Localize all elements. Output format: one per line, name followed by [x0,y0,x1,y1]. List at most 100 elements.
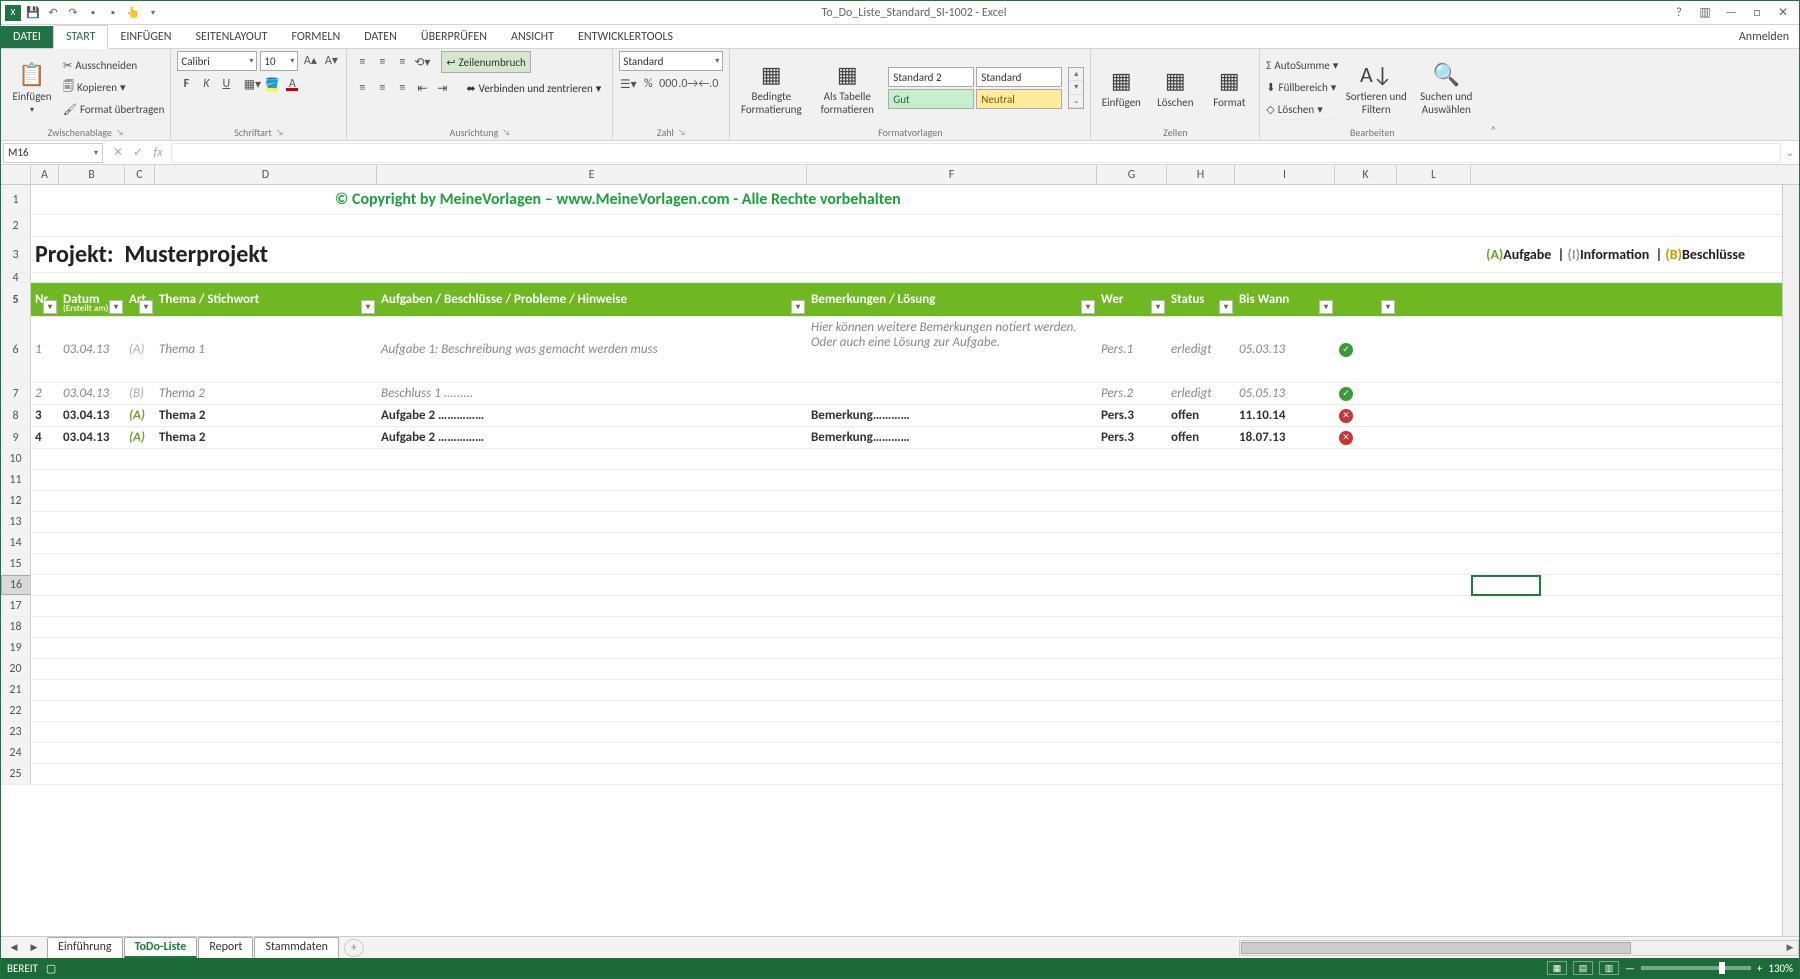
italic-button[interactable]: K [197,75,215,93]
row-header[interactable]: 14 [1,533,31,553]
filter-dropdown-icon[interactable]: ▾ [361,300,375,314]
style-good[interactable]: Gut [888,89,974,109]
filter-dropdown-icon[interactable]: ▾ [43,300,57,314]
column-header-cell[interactable]: Aufgaben / Beschlüsse / Probleme / Hinwe… [377,283,807,316]
name-box[interactable]: M16▾ [3,143,103,163]
column-header[interactable]: L [1397,165,1471,184]
wrap-text-button[interactable]: ↩ Zeilenumbruch [441,51,530,73]
filter-dropdown-icon[interactable]: ▾ [109,300,123,314]
cell[interactable]: 11.10.14 [1235,405,1335,426]
format-painter-button[interactable]: 🖌 Format übertragen [63,100,164,120]
cell[interactable]: Thema 2 [155,383,377,404]
row-header[interactable]: 6 [1,317,31,382]
tab-data[interactable]: DATEN [352,26,409,48]
align-top-icon[interactable]: ≡ [353,53,371,71]
scrollbar-thumb[interactable] [1241,942,1631,954]
view-normal-icon[interactable]: ▦ [1547,961,1567,975]
filter-dropdown-icon[interactable]: ▾ [1151,300,1165,314]
cell[interactable]: offen [1167,427,1235,448]
save-icon[interactable]: 💾 [25,5,41,21]
cell[interactable]: Bemerkung………… [807,427,1097,448]
row-header[interactable]: 3 [1,237,31,272]
column-header[interactable]: C [125,165,155,184]
column-header[interactable]: D [155,165,377,184]
insert-cells-button[interactable]: ▦Einfügen [1097,67,1145,109]
increase-indent-icon[interactable]: ⇥ [433,79,451,97]
cell[interactable]: ✓ [1335,383,1397,404]
column-header[interactable]: B [59,165,125,184]
row-header[interactable]: 7 [1,383,31,404]
sheet-tab[interactable]: Einführung [47,937,123,958]
cell[interactable]: ✕ [1335,427,1397,448]
decrease-indent-icon[interactable]: ⇤ [413,79,431,97]
cell[interactable]: 03.04.13 [59,405,125,426]
cell[interactable]: 03.04.13 [59,427,125,448]
zoom-slider[interactable] [1641,966,1751,970]
tab-view[interactable]: ANSICHT [499,26,566,48]
cell[interactable]: Pers.1 [1097,317,1167,382]
font-size-select[interactable]: 10▾ [260,51,298,71]
cell[interactable]: (A) [125,405,155,426]
sheet-nav-prev-icon[interactable]: ◀ [5,939,23,957]
increase-font-icon[interactable]: A▴ [301,51,319,69]
undo-icon[interactable]: ↶ [45,5,61,21]
tab-file[interactable]: DATEI [1,26,53,48]
row-header[interactable]: 22 [1,701,31,721]
dialog-launcher-icon[interactable]: ↘ [116,127,124,138]
cell[interactable]: Aufgabe 1: Beschreibung was gemacht werd… [377,317,807,382]
cell[interactable]: 3 [31,405,59,426]
border-button[interactable]: ▦▾ [243,75,261,93]
filter-dropdown-icon[interactable]: ▾ [139,300,153,314]
row-header[interactable]: 1 [1,185,31,214]
column-header-cell[interactable]: Wer▾ [1097,283,1167,316]
column-header-cell[interactable]: Datum▾(Erstellt am) [59,283,125,316]
column-header-cell[interactable]: Bemerkungen / Lösung▾ [807,283,1097,316]
dialog-launcher-icon[interactable]: ↘ [276,127,284,138]
cell[interactable]: (B) [125,383,155,404]
qat-icon[interactable]: ▪ [85,5,101,21]
formula-input[interactable] [171,143,1781,163]
align-middle-icon[interactable]: ≡ [373,53,391,71]
cell[interactable]: Hier können weitere Bemerkungen notiert … [807,317,1097,382]
row-header[interactable]: 18 [1,617,31,637]
cell[interactable]: Bemerkung………… [807,405,1097,426]
expand-formula-bar-icon[interactable]: ⌄ [1781,146,1799,159]
paste-button[interactable]: 📋Einfügen▾ [7,61,57,115]
filter-dropdown-icon[interactable]: ▾ [1381,300,1395,314]
column-header[interactable]: F [807,165,1097,184]
comma-format-icon[interactable]: 000 [659,75,677,93]
row-header[interactable]: 2 [1,215,31,236]
align-right-icon[interactable]: ≡ [393,79,411,97]
cell[interactable]: erledigt [1167,317,1235,382]
decrease-decimal-icon[interactable]: ←.0 [699,75,717,93]
cell[interactable]: 18.07.13 [1235,427,1335,448]
filter-dropdown-icon[interactable]: ▾ [1319,300,1333,314]
cell[interactable]: erledigt [1167,383,1235,404]
find-select-button[interactable]: 🔍Suchen und Auswählen [1414,61,1478,116]
sort-filter-button[interactable]: A↓Sortieren und Filtern [1344,61,1408,116]
fill-button[interactable]: ⬇ Füllbereich ▾ [1266,78,1338,98]
sheet-tab[interactable]: ToDo-Liste [124,937,198,958]
column-header[interactable]: A [31,165,59,184]
style-standard2[interactable]: Standard 2 [888,67,974,87]
minimize-icon[interactable]: — [1719,4,1743,22]
ribbon-options-icon[interactable]: ▥ [1693,4,1717,22]
qat-customize-icon[interactable]: ▾ [145,5,161,21]
delete-cells-button[interactable]: ▦Löschen [1151,67,1199,109]
tab-insert[interactable]: EINFÜGEN [108,26,183,48]
row-header[interactable]: 11 [1,470,31,490]
copy-button[interactable]: 🗐 Kopieren ▾ [63,78,164,98]
bold-button[interactable]: F [177,75,195,93]
row-header[interactable]: 21 [1,680,31,700]
sheet-tab[interactable]: Stammdaten [254,937,338,958]
row-header[interactable]: 4 [1,273,31,282]
cell[interactable]: Aufgabe 2 …………… [377,405,807,426]
redo-icon[interactable]: ↷ [65,5,81,21]
tab-layout[interactable]: SEITENLAYOUT [184,26,280,48]
orientation-icon[interactable]: ⟲▾ [413,53,431,71]
horizontal-scrollbar[interactable]: ◀ ▶ [1239,940,1799,956]
row-header[interactable]: 17 [1,596,31,616]
row-header[interactable]: 9 [1,427,31,448]
number-format-select[interactable]: Standard▾ [619,51,723,71]
cut-button[interactable]: ✂ Ausschneiden [63,56,164,76]
